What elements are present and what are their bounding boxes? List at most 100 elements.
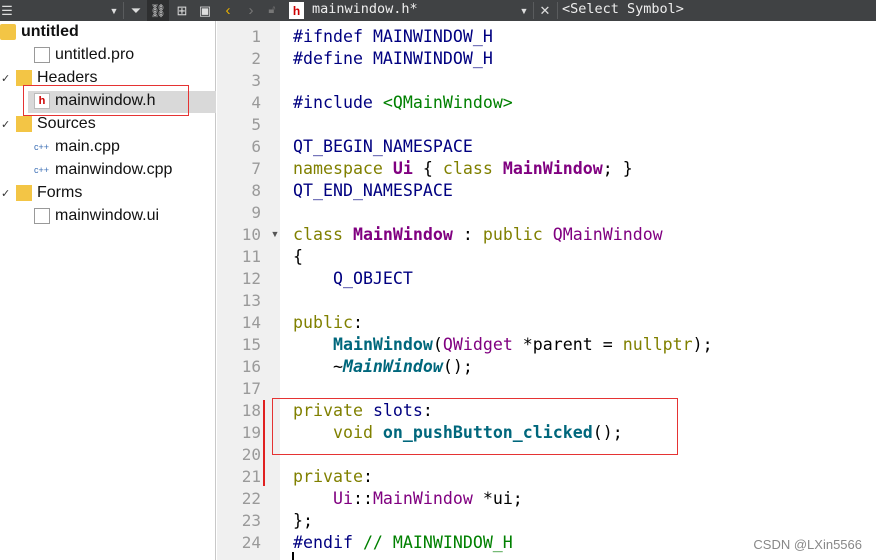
project-root[interactable]: untitled <box>0 21 79 43</box>
code-line[interactable]: QT_BEGIN_NAMESPACE <box>293 136 473 158</box>
ui-file-icon <box>34 208 50 224</box>
tree-item[interactable]: ✓ Forms <box>1 182 82 204</box>
code-token: namespace <box>293 159 393 178</box>
lock-icon[interactable]: 🔓︎ <box>265 0 279 21</box>
code-line[interactable]: namespace Ui { class MainWindow; } <box>293 158 633 180</box>
code-token: #ifndef <box>293 27 373 46</box>
split-icon[interactable]: ⊞ <box>171 0 193 21</box>
file-tab[interactable]: mainwindow.h* <box>312 1 418 17</box>
code-token: MainWindow <box>332 335 433 354</box>
forward-icon[interactable]: › <box>243 0 259 21</box>
text-cursor <box>292 552 294 560</box>
project-name: untitled <box>21 23 79 40</box>
code-line[interactable]: #define MAINWINDOW_H <box>293 48 493 70</box>
code-token: ); <box>692 335 713 354</box>
line-number: 21 <box>241 467 261 486</box>
code-line[interactable]: }; <box>293 510 313 532</box>
code-token: :: <box>352 489 373 508</box>
line-number: 14 <box>241 313 261 332</box>
code-line[interactable]: ~MainWindow(); <box>293 356 473 378</box>
tree-item-label: main.cpp <box>55 138 120 155</box>
code-token: MainWindow <box>372 489 473 508</box>
code-token: ~ <box>293 357 343 376</box>
code-token: Ui <box>392 159 413 178</box>
tree-item-label: Sources <box>37 115 96 132</box>
code-token: QWidget <box>442 335 513 354</box>
expand-chevron-icon[interactable]: ✓ <box>1 187 10 200</box>
code-token: : <box>352 313 363 332</box>
code-line[interactable]: { <box>293 246 303 268</box>
back-icon[interactable]: ‹ <box>220 0 236 21</box>
code-line[interactable]: public: <box>293 312 363 334</box>
line-number: 2 <box>251 49 261 68</box>
code-token: #include <box>293 93 383 112</box>
line-number: 11 <box>241 247 261 266</box>
tree-item-label: untitled.pro <box>55 46 135 63</box>
code-token: private <box>293 467 363 486</box>
line-number: 19 <box>241 423 261 442</box>
highlight-box <box>23 85 189 116</box>
code-line[interactable]: private: <box>293 466 373 488</box>
code-token: : <box>362 467 373 486</box>
sources-folder-icon <box>16 116 32 132</box>
file-dropdown-icon[interactable]: ▼ <box>518 0 530 21</box>
code-token: Ui <box>332 489 353 508</box>
code-token: MainWindow <box>502 159 603 178</box>
code-token: public <box>293 313 353 332</box>
link-icon[interactable]: ⛓ <box>147 0 169 21</box>
code-token: // MAINWINDOW_H <box>362 533 513 552</box>
symbol-select[interactable]: <Select Symbol> <box>562 1 684 17</box>
line-number: 13 <box>241 291 261 310</box>
fold-arrow-icon[interactable]: ▼ <box>268 228 282 240</box>
line-number: 18 <box>241 401 261 420</box>
cpp-file-icon: c++ <box>34 139 50 155</box>
tree-item[interactable]: mainwindow.ui <box>34 205 159 227</box>
tree-item[interactable]: untitled.pro <box>34 44 134 66</box>
line-number: 15 <box>241 335 261 354</box>
tree-item-label: mainwindow.ui <box>55 207 160 224</box>
close-file-icon[interactable]: ✕ <box>537 0 553 21</box>
line-number: 6 <box>251 137 261 156</box>
code-line[interactable]: QT_END_NAMESPACE <box>293 180 453 202</box>
tree-item-label: mainwindow.cpp <box>55 161 173 178</box>
filter-icon[interactable]: ⏷ <box>126 0 146 21</box>
dropdown-arrow-icon[interactable]: ▼ <box>108 0 120 21</box>
expand-chevron-icon[interactable]: ✓ <box>1 118 10 131</box>
code-line[interactable]: Q_OBJECT <box>293 268 413 290</box>
code-token: { <box>293 247 303 266</box>
tree-item[interactable]: c++ mainwindow.cpp <box>34 159 172 181</box>
code-line[interactable]: Ui::MainWindow *ui; <box>293 488 523 510</box>
code-token: #endif <box>293 533 363 552</box>
code-line[interactable]: #ifndef MAINWINDOW_H <box>293 26 493 48</box>
line-number: 1 <box>251 27 261 46</box>
code-token: *ui; <box>472 489 523 508</box>
tree-item[interactable]: c++ main.cpp <box>34 136 120 158</box>
code-line[interactable]: #include <QMainWindow> <box>293 92 513 114</box>
code-token: class <box>442 159 503 178</box>
qt-project-folder-icon <box>0 24 16 40</box>
code-token: #define <box>293 49 373 68</box>
code-line[interactable]: #endif // MAINWINDOW_H <box>293 532 513 554</box>
menu-icon[interactable]: ☰ <box>0 0 14 21</box>
code-token: QT_BEGIN_NAMESPACE <box>293 137 473 156</box>
h-file-icon: h <box>289 2 304 19</box>
line-number: 24 <box>241 533 261 552</box>
line-number: 16 <box>241 357 261 376</box>
code-token: Q_OBJECT <box>332 269 413 288</box>
tree-item[interactable]: ✓ Sources <box>1 113 96 135</box>
line-number: 3 <box>251 71 261 90</box>
code-line[interactable]: MainWindow(QWidget *parent = nullptr); <box>293 334 713 356</box>
code-line[interactable]: class MainWindow : public QMainWindow <box>293 224 663 246</box>
expand-chevron-icon[interactable]: ✓ <box>1 72 10 85</box>
code-token: MainWindow <box>352 225 453 244</box>
line-number: 7 <box>251 159 261 178</box>
code-token: ( <box>432 335 443 354</box>
code-token: public <box>482 225 553 244</box>
line-number: 20 <box>241 445 261 464</box>
code-token: MainWindow <box>342 357 443 376</box>
close-sidebar-icon[interactable]: ▣ <box>195 0 215 21</box>
watermark: CSDN @LXin5566 <box>753 537 862 552</box>
line-number: 8 <box>251 181 261 200</box>
